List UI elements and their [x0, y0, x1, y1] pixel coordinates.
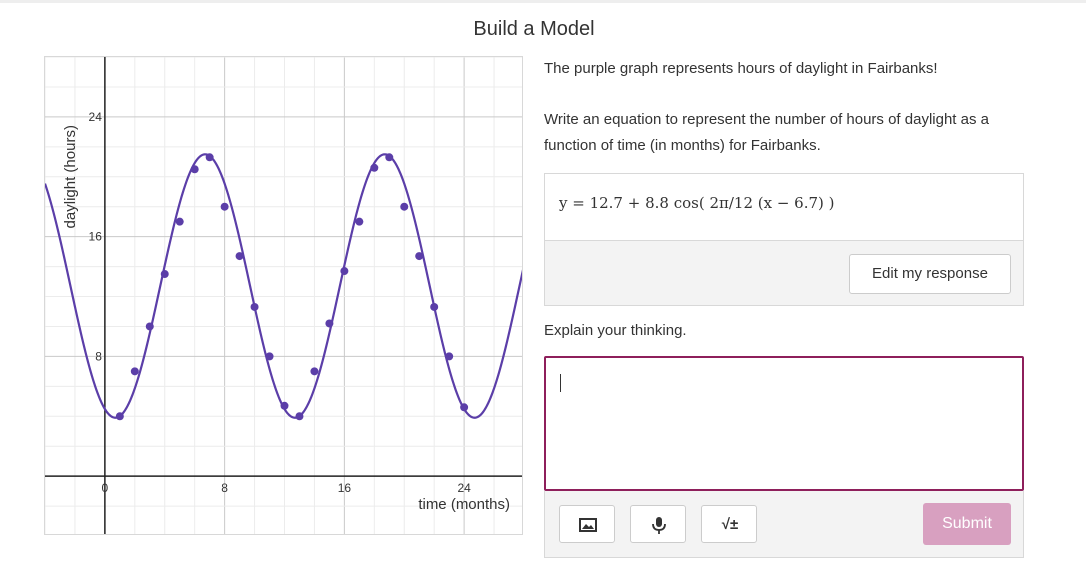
equation-text: y = 12.7 + 8.8 cos( 2π/12 (x − 6.7) ) [559, 194, 835, 212]
prompt-intro: The purple graph represents hours of day… [544, 60, 938, 77]
data-point [175, 217, 184, 226]
data-point [460, 403, 469, 412]
data-point [385, 153, 394, 162]
x-tick-label: 16 [338, 481, 352, 495]
x-tick-label: 24 [457, 481, 471, 495]
page-title: Build a Model [473, 18, 595, 40]
data-point [310, 367, 319, 376]
data-point [400, 202, 409, 211]
data-point [355, 217, 364, 226]
image-icon [579, 518, 597, 532]
prompt-question: Write an equation to represent the numbe… [544, 111, 989, 154]
data-point [280, 401, 289, 410]
x-tick-label: 8 [221, 481, 228, 495]
y-axis-label: daylight (hours) [62, 125, 79, 228]
insert-image-button[interactable] [559, 505, 615, 543]
data-point [205, 153, 214, 162]
data-point [235, 252, 244, 261]
data-point [265, 352, 274, 361]
data-point [220, 202, 229, 211]
x-tick-label: 0 [102, 481, 109, 495]
top-divider [0, 0, 1086, 3]
microphone-icon [652, 517, 666, 534]
response-equation: y = 12.7 + 8.8 cos( 2π/12 (x − 6.7) ) [545, 174, 1023, 241]
data-point [325, 319, 334, 328]
data-point [160, 270, 169, 279]
data-point [145, 322, 154, 331]
y-tick-label: 24 [89, 110, 103, 124]
data-point [250, 302, 259, 311]
x-axis-label: time (months) [418, 496, 510, 513]
y-tick-label: 16 [89, 230, 103, 244]
chart-svg: 0 8 16 2481624time (months)daylight (hours) [45, 57, 522, 534]
submit-button[interactable]: Submit [923, 503, 1011, 545]
text-cursor [560, 374, 561, 392]
data-point [115, 412, 124, 421]
data-point [340, 267, 349, 276]
data-point [130, 367, 139, 376]
explanation-input[interactable] [544, 356, 1024, 491]
data-point [190, 165, 199, 174]
response-box: y = 12.7 + 8.8 cos( 2π/12 (x − 6.7) ) Ed… [544, 173, 1024, 306]
math-icon: √± [721, 516, 739, 533]
data-point [370, 163, 379, 172]
daylight-graph: 0 8 16 24 8 16 24 time (months) daylight (hours) [44, 56, 523, 535]
data-point [445, 352, 454, 361]
edit-response-button[interactable]: Edit my response [849, 254, 1011, 294]
explain-label: Explain your thinking. [544, 322, 687, 339]
y-tick-label: 8 [95, 349, 102, 363]
data-point [295, 412, 304, 421]
math-input-button[interactable]: √± [701, 505, 757, 543]
record-audio-button[interactable] [630, 505, 686, 543]
data-point [430, 302, 439, 311]
response-toolbar: √± Submit [544, 491, 1024, 558]
data-point [415, 252, 424, 261]
